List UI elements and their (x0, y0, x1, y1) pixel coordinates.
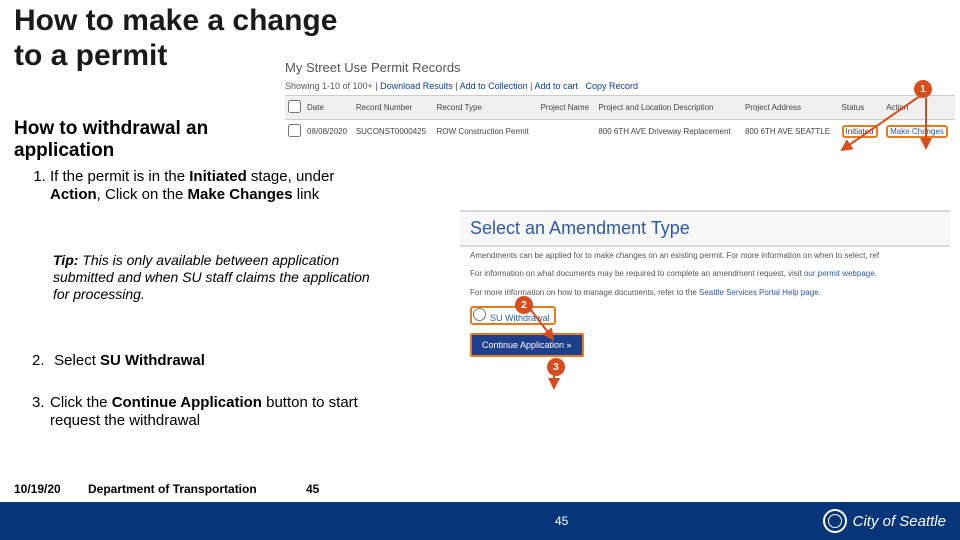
footer-page-b: 45 (555, 514, 568, 528)
callout-2: 2 (515, 296, 533, 314)
footer-page-a: 45 (306, 482, 319, 496)
amendment-p3: For more information on how to manage do… (460, 284, 950, 302)
amendment-screenshot: Select an Amendment Type Amendments can … (460, 210, 950, 361)
copy-record-link[interactable]: Copy Record (586, 81, 639, 91)
permit-webpage-link[interactable]: our permit webpage. (804, 269, 877, 278)
records-toolbar: Showing 1-10 of 100+ | Download Results … (285, 81, 955, 91)
callout-1: 1 (914, 80, 932, 98)
footer-date: 10/19/20 (14, 482, 61, 496)
callout-3: 3 (547, 358, 565, 376)
step-2: 2. Select SU Withdrawal (32, 352, 372, 369)
amendment-title: Select an Amendment Type (460, 210, 950, 247)
status-highlight: Initiated (842, 125, 878, 138)
tip-text: Tip: This is only available between appl… (53, 252, 373, 302)
footer-bar: 45 City of Seattle (0, 502, 960, 540)
footer-city: City of Seattle (823, 509, 946, 533)
city-seal-icon (823, 509, 847, 533)
records-table-screenshot: My Street Use Permit Records Showing 1-1… (285, 60, 955, 143)
continue-application-button[interactable]: Continue Application » (470, 333, 584, 357)
help-page-link[interactable]: Seattle Services Portal Help page. (699, 288, 821, 297)
records-header: My Street Use Permit Records (285, 60, 955, 75)
table-row: 08/08/2020 SUCONST0000425 ROW Constructi… (285, 120, 955, 144)
row-checkbox[interactable] (288, 124, 301, 137)
select-all-checkbox[interactable] (288, 100, 301, 113)
add-to-cart-link[interactable]: Add to cart (534, 81, 578, 91)
download-results-link[interactable]: Download Results (380, 81, 453, 91)
records-table: Date Record Number Record Type Project N… (285, 95, 955, 143)
amendment-p2: For information on what documents may be… (460, 265, 950, 283)
su-withdrawal-option-highlight: SU Withdrawal (470, 306, 556, 325)
su-withdrawal-radio[interactable] (473, 308, 486, 321)
section-subtitle: How to withdrawal anapplication (14, 118, 208, 162)
step-1: If the permit is in the Initiated stage,… (32, 168, 377, 210)
step-3: 3.Click the Continue Application button … (32, 394, 372, 429)
add-to-collection-link[interactable]: Add to Collection (460, 81, 528, 91)
footer-dept: Department of Transportation (88, 482, 257, 496)
make-changes-link[interactable]: Make Changes (886, 125, 948, 138)
amendment-p1: Amendments can be applied for to make ch… (460, 247, 950, 265)
